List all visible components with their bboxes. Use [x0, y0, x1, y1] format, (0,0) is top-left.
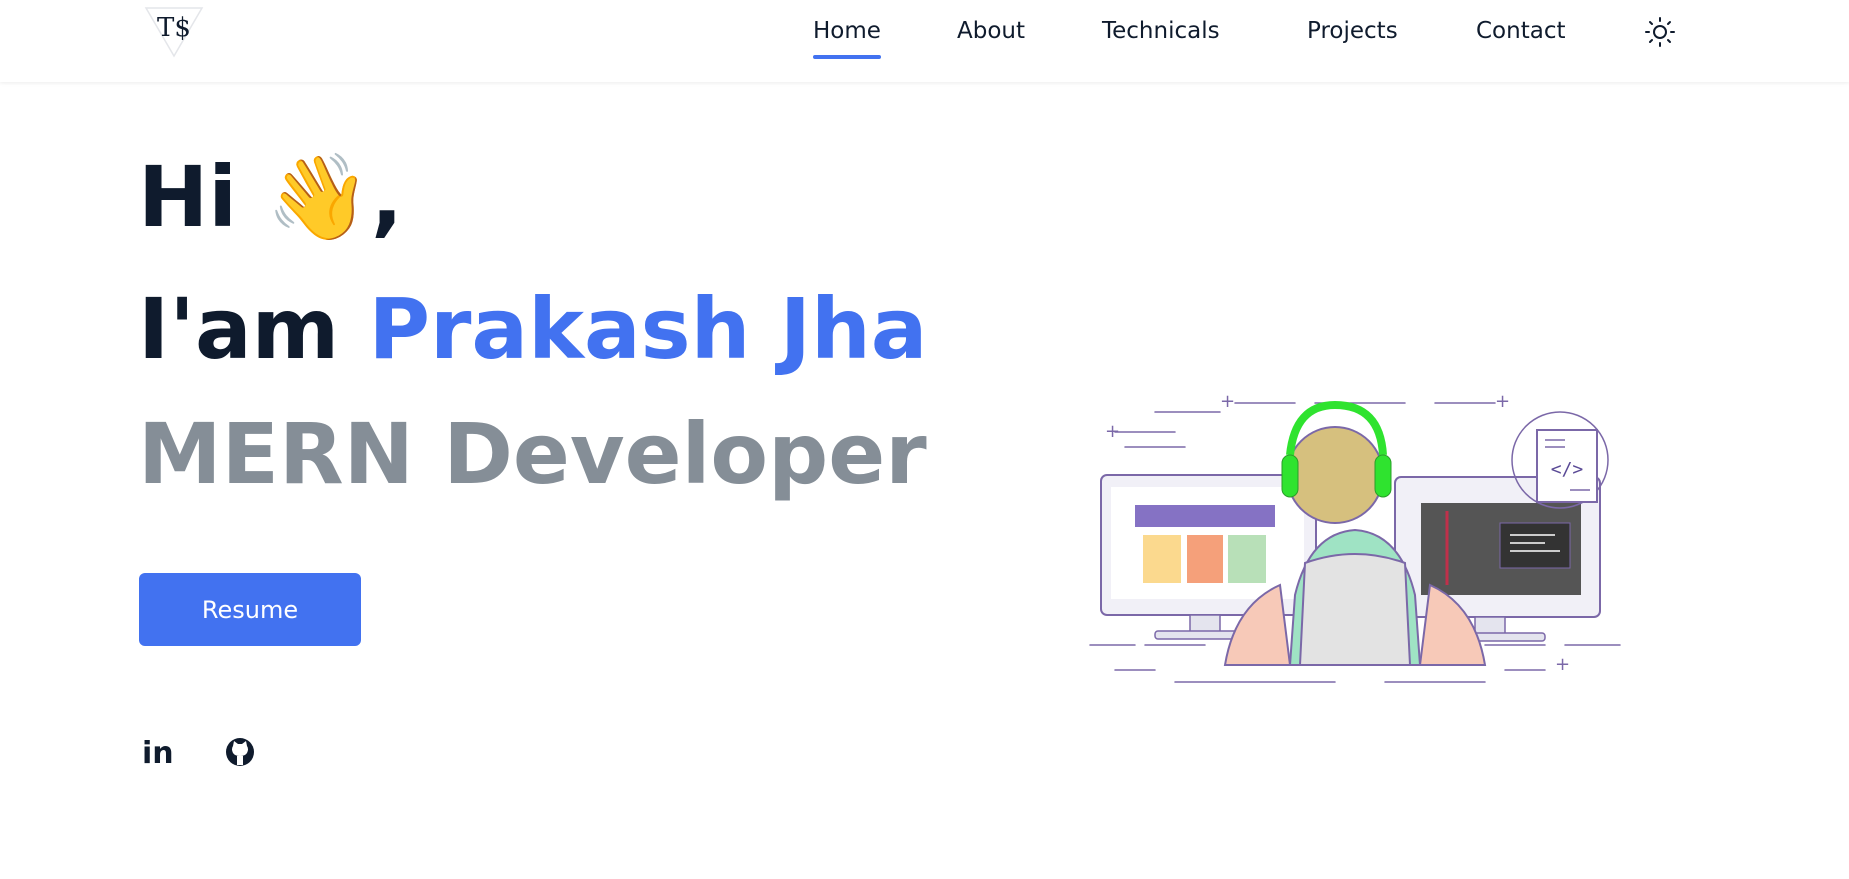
navbar: T$ Home About Technicals Projects Contac…: [0, 0, 1849, 82]
github-link[interactable]: [222, 734, 258, 770]
svg-text:+: +: [1105, 421, 1120, 442]
nav-about[interactable]: About: [957, 18, 1025, 44]
developer-illustration: + + + + </>: [1089, 391, 1621, 683]
svg-text:+: +: [1555, 654, 1570, 675]
linkedin-icon: in: [142, 736, 174, 771]
logo-icon: T$: [144, 7, 204, 58]
svg-text:in: in: [142, 736, 174, 770]
logo-text: T$: [157, 13, 191, 43]
svg-text:+: +: [1220, 391, 1235, 412]
code-document: </>: [1511, 411, 1609, 509]
greeting-text: Hi: [138, 148, 238, 246]
wave-emoji: 👋: [266, 148, 371, 246]
greeting-comma: ,: [370, 148, 403, 246]
nav-projects[interactable]: Projects: [1307, 18, 1398, 44]
hero-name: Prakash Jha: [368, 280, 928, 378]
linkedin-link[interactable]: in: [139, 734, 175, 771]
logo[interactable]: T$: [144, 6, 204, 58]
theme-toggle[interactable]: [1644, 16, 1676, 48]
resume-button[interactable]: Resume: [139, 573, 361, 646]
github-icon: [226, 738, 254, 766]
code-tag: </>: [1551, 459, 1584, 480]
svg-text:+: +: [1495, 391, 1510, 412]
nav-technicals[interactable]: Technicals: [1102, 18, 1220, 44]
sun-icon: [1645, 17, 1675, 47]
nav-contact[interactable]: Contact: [1476, 18, 1565, 44]
hero-intro: I'am Prakash Jha: [138, 280, 927, 378]
hero-role: MERN Developer: [138, 405, 927, 503]
nav-home[interactable]: Home: [813, 18, 881, 59]
hero-greeting: Hi 👋,: [138, 148, 403, 247]
intro-text: I'am: [138, 280, 340, 378]
